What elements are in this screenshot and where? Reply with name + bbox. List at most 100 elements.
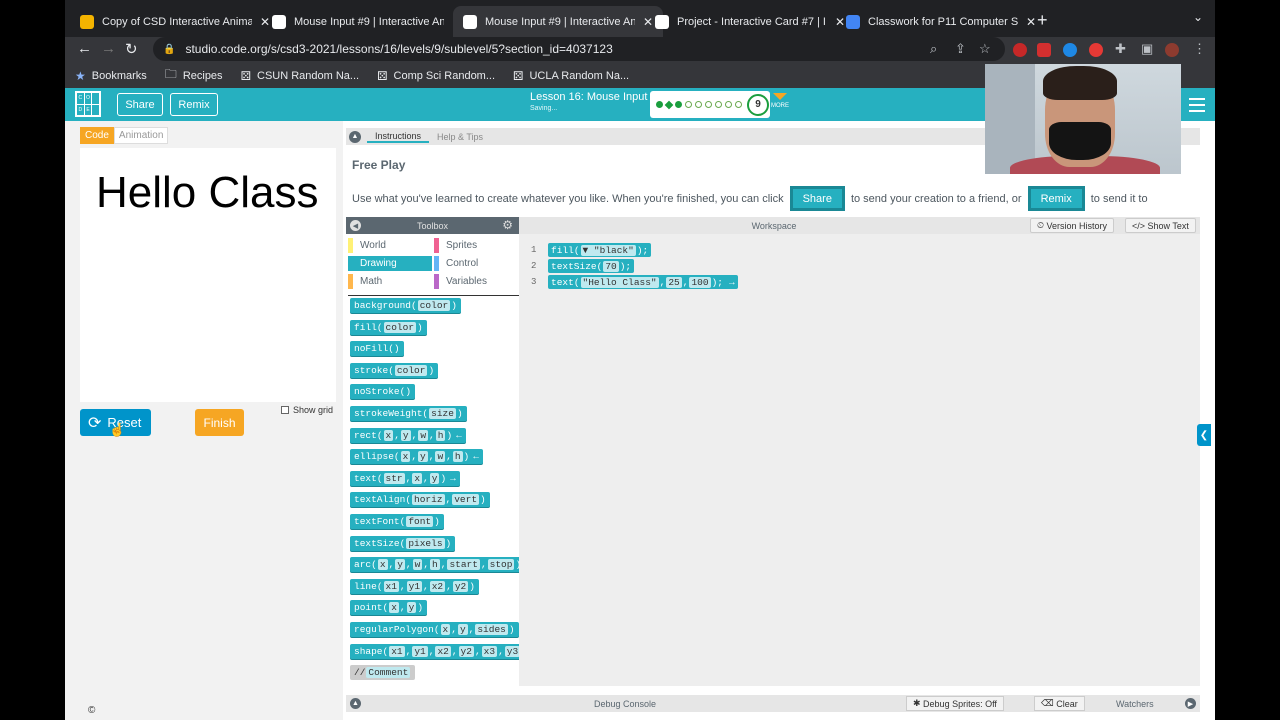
block-param[interactable]: x [389,602,399,614]
level-dot[interactable] [656,101,663,108]
code-line-fill[interactable]: fill(▼ "black"); [548,243,652,257]
show-text-button[interactable]: </> Show Text [1125,218,1196,233]
collapse-sidebar-icon[interactable]: ❮ [1197,424,1211,446]
browser-tab[interactable]: Mouse Input #9 | Interactive An✕ [262,6,472,37]
category-control[interactable]: Control [434,256,518,271]
game-canvas[interactable]: Hello Class [80,148,336,402]
url-text[interactable]: studio.code.org/s/csd3-2021/lessons/16/l… [185,42,612,56]
watchers-title[interactable]: Watchers [1116,699,1154,709]
extension-icon[interactable] [1013,43,1027,57]
level-dot[interactable] [695,101,702,108]
code-block-point[interactable]: point(x, y) [350,600,428,616]
block-arg[interactable]: 70 [603,260,619,272]
block-param[interactable]: x [440,624,451,635]
block-param[interactable]: color [417,300,451,311]
code-block-nofill[interactable]: noFill() [350,341,404,357]
code-block-line[interactable]: line(x1, y1, x2, y2) [350,578,479,594]
level-dot[interactable] [725,101,732,108]
code-block-rect[interactable]: rect(x, y, w, h) ← [350,427,466,443]
block-param[interactable]: vert [452,494,480,506]
tab-search-chevron-icon[interactable]: ⌄ [1193,10,1203,24]
code-block-arc[interactable]: arc(x,y,w,h,start,stop) [350,557,526,573]
expand-icon[interactable]: ▲ [350,698,361,709]
block-arg[interactable]: ▼ "black" [580,244,636,256]
lesson-title[interactable]: Lesson 16: Mouse Input [530,91,647,103]
level-dot[interactable] [685,101,692,108]
block-param[interactable]: w [418,429,429,441]
hamburger-menu-icon[interactable] [1189,98,1205,116]
block-param[interactable]: str [383,472,405,484]
clear-button[interactable]: ⌫ Clear [1034,696,1085,711]
code-block-textfont[interactable]: textFont(font) [350,514,444,529]
block-param[interactable]: x [412,472,423,484]
code-block-stroke[interactable]: stroke(color) [350,362,439,378]
extension-icon[interactable] [1089,43,1103,57]
code-block-background[interactable]: background(color) [350,298,461,313]
block-param[interactable]: x1 [389,645,405,657]
code-logo[interactable]: C O D E [75,91,101,117]
block-param[interactable]: y1 [406,580,423,592]
code-block-text[interactable]: text(str, x, y) → [350,470,460,486]
block-param[interactable]: y1 [412,645,428,657]
bookmark-star-icon[interactable]: ☆ [979,41,991,57]
tab-instructions[interactable]: Instructions [367,131,430,143]
block-param[interactable]: y [429,472,440,484]
block-param[interactable]: y [395,559,405,571]
version-history-button[interactable]: ⏲ Version History [1030,218,1115,233]
block-param[interactable]: y [400,429,411,441]
block-param[interactable]: sides [475,624,508,635]
close-icon[interactable]: ✕ [1026,15,1036,29]
block-param[interactable]: size [429,408,456,419]
copyright[interactable]: © [88,705,95,716]
code-block-fill[interactable]: fill(color) [350,319,427,335]
code-line-text[interactable]: text("Hello Class", 25, 100); → [548,275,738,289]
block-param[interactable]: y2 [458,645,474,657]
address-bar[interactable]: 🔒 studio.code.org/s/csd3-2021/lessons/16… [153,37,1005,61]
block-param[interactable]: h [435,429,446,441]
category-drawing[interactable]: Drawing [348,256,432,271]
debug-sprites-button[interactable]: ✱ Debug Sprites: Off [906,696,1004,711]
code-block-regularpolygon[interactable]: regularPolygon(x, y, sides) [350,622,519,637]
block-arg[interactable]: 100 [689,276,711,288]
gear-icon[interactable]: ⚙ [502,218,513,232]
block-param[interactable]: y [457,624,468,635]
remix-button[interactable]: Remix [170,93,218,116]
block-param[interactable]: x [383,429,394,441]
current-level-badge[interactable]: 9 [747,93,769,116]
block-param[interactable]: x3 [481,645,498,657]
block-param[interactable]: h [430,559,440,571]
code-block-textalign[interactable]: textAlign(horiz, vert) [350,492,490,508]
block-param[interactable]: color [394,364,428,376]
back-icon[interactable]: ← [77,40,92,57]
collapse-icon[interactable]: ▲ [349,130,361,143]
block-param[interactable]: w [412,559,423,571]
forward-icon[interactable]: → [101,40,116,57]
bookmark-item[interactable]: ⚄ Comp Sci Random... [377,69,495,83]
sidepanel-icon[interactable]: ▣ [1141,41,1153,57]
block-param[interactable]: x2 [429,580,446,592]
block-param[interactable]: y [406,602,417,614]
category-math[interactable]: Math [348,274,432,289]
block-param[interactable]: x1 [383,580,399,592]
block-param[interactable]: start [447,559,480,571]
block-param[interactable]: y [418,451,428,463]
bookmark-item[interactable]: 🗀 Recipes [165,65,223,86]
browser-tab[interactable]: Copy of CSD Interactive Anima ✕ [70,6,280,37]
block-param[interactable]: y3 [504,645,521,657]
browser-tab[interactable]: Classwork for P11 Computer Sc ✕ [836,6,1046,37]
block-arg[interactable]: "Hello Class" [580,276,659,288]
extension-icon[interactable] [1037,43,1051,57]
more-button[interactable]: MORE [771,93,789,109]
level-dot[interactable] [715,101,722,108]
bookmark-item[interactable]: ⚄ CSUN Random Na... [241,69,360,83]
tab-animation[interactable]: Animation [113,127,169,144]
code-block-textsize[interactable]: textSize(pixels) [350,535,456,551]
bookmark-item[interactable]: ★ Bookmarks [75,69,147,83]
block-param[interactable]: pixels [406,537,445,549]
block-param[interactable]: x2 [435,645,451,657]
block-param[interactable]: horiz [412,494,445,506]
share-page-icon[interactable]: ⇪ [955,41,966,57]
category-world[interactable]: World [348,238,432,253]
show-grid-toggle[interactable]: Show grid [281,405,333,415]
code-block-ellipse[interactable]: ellipse(x, y, w, h) ← [350,449,483,465]
